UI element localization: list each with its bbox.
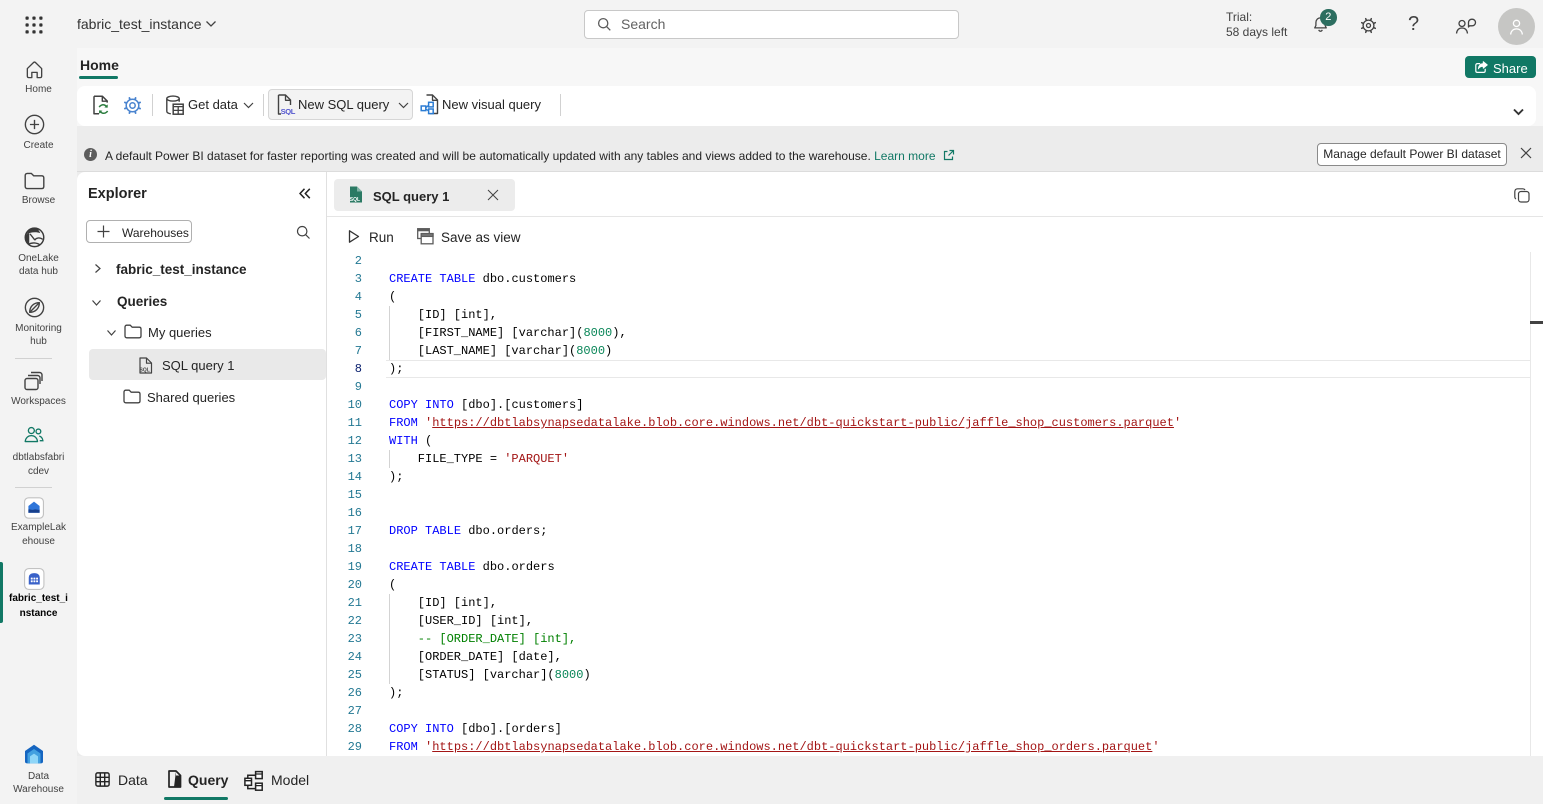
svg-text:SQL: SQL (281, 107, 296, 115)
svg-text:SQL: SQL (140, 368, 150, 374)
svg-text:SQL: SQL (350, 197, 360, 203)
